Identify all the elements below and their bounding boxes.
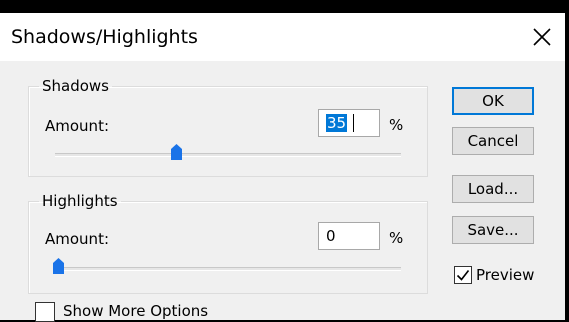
shadows-amount-value: 35: [326, 114, 348, 132]
ok-button[interactable]: OK: [452, 87, 534, 115]
load-button[interactable]: Load...: [452, 175, 534, 203]
shadows-highlights-dialog: Shadows/Highlights Shadows Amount: 35 % …: [0, 13, 565, 322]
shadows-amount-input[interactable]: 35: [318, 109, 380, 137]
cancel-button[interactable]: Cancel: [452, 127, 534, 155]
preview-label: Preview: [476, 266, 535, 284]
highlights-slider-track[interactable]: [55, 267, 401, 271]
highlights-slider-thumb[interactable]: [53, 258, 64, 274]
title-bar: Shadows/Highlights: [0, 13, 565, 61]
highlights-legend: Highlights: [42, 192, 118, 210]
dialog-title: Shadows/Highlights: [11, 26, 198, 48]
close-icon[interactable]: [530, 25, 554, 49]
preview-checkbox[interactable]: [454, 266, 472, 284]
highlights-amount-value: 0: [326, 227, 336, 245]
shadows-slider-thumb[interactable]: [170, 144, 182, 160]
shadows-amount-label: Amount:: [45, 117, 109, 135]
shadows-slider-track[interactable]: [55, 153, 401, 157]
shadows-legend: Shadows: [42, 77, 110, 95]
checkmark-icon: [456, 270, 470, 281]
highlights-percent-sign: %: [389, 229, 404, 247]
shadows-percent-sign: %: [389, 116, 404, 134]
save-button[interactable]: Save...: [452, 216, 534, 244]
highlights-amount-label: Amount:: [45, 230, 109, 248]
show-more-options-label: Show More Options: [63, 302, 209, 320]
show-more-options-checkbox[interactable]: [35, 302, 55, 322]
highlights-amount-input[interactable]: 0: [318, 222, 380, 250]
text-caret: [353, 114, 354, 132]
